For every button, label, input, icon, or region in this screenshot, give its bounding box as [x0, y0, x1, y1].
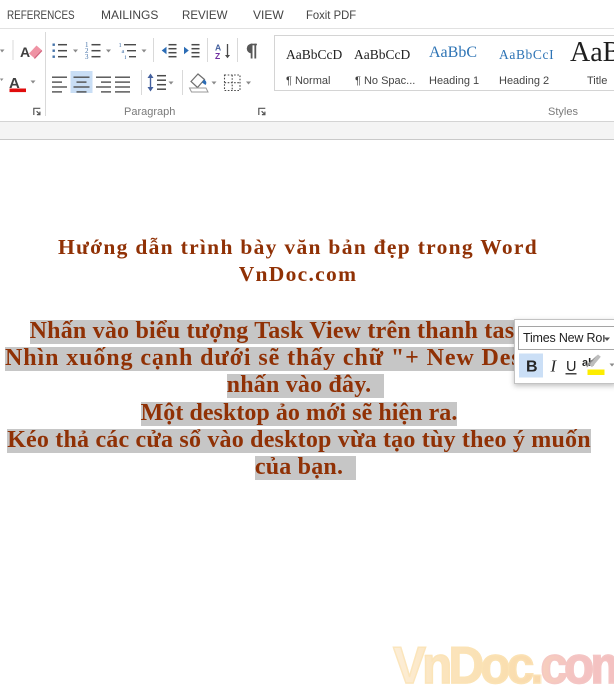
svg-text:i: i — [125, 54, 127, 61]
svg-text:A: A — [20, 44, 30, 60]
svg-text:U: U — [566, 359, 576, 375]
svg-text:I: I — [550, 357, 558, 376]
svg-text:3: 3 — [85, 53, 89, 61]
svg-text:B: B — [526, 359, 538, 376]
svg-text:Z: Z — [215, 51, 220, 61]
